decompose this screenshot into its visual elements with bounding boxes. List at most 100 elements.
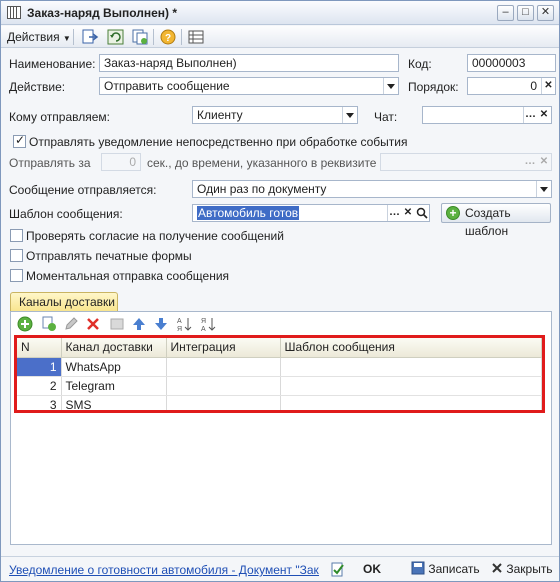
toolbar-divider (73, 29, 74, 45)
send-before-field[interactable]: 0 (101, 153, 141, 171)
chevron-down-icon[interactable] (536, 181, 551, 197)
order-stepper[interactable]: 0 ✕ (467, 77, 556, 95)
save-button[interactable]: Записать (411, 560, 480, 579)
close-label: Закрыть (506, 562, 553, 576)
action-label: Действие: (9, 80, 66, 94)
instant-send-checkbox-label: Моментальная отправка сообщения (26, 269, 230, 283)
send-mode-label: Сообщение отправляется: (9, 183, 157, 197)
print-forms-checkbox[interactable] (10, 249, 23, 262)
consent-checkbox-label: Проверять согласие на получение сообщени… (26, 229, 284, 243)
channel-cell[interactable]: Telegram (61, 376, 167, 396)
open-search-icon[interactable] (415, 205, 429, 221)
chat-label: Чат: (374, 110, 398, 124)
move-up-icon[interactable] (131, 316, 147, 332)
add-icon: + (446, 206, 460, 220)
action-select[interactable]: Отправить сообщение (99, 77, 399, 95)
post-document-icon[interactable] (331, 562, 345, 578)
minimize-button[interactable]: – (497, 5, 514, 21)
sort-ascending-icon[interactable]: A Я (177, 316, 193, 332)
recipient-select[interactable]: Клиенту (192, 106, 358, 124)
delete-icon[interactable] (85, 316, 101, 332)
column-header-n[interactable]: N (17, 338, 62, 358)
integration-cell[interactable] (166, 376, 281, 396)
form-icon (7, 6, 21, 19)
template-cell[interactable] (280, 376, 542, 396)
add-row-icon[interactable] (17, 316, 33, 332)
instant-send-checkbox[interactable] (10, 269, 23, 282)
close-button[interactable]: Закрыть (491, 560, 553, 579)
consent-checkbox[interactable] (10, 229, 23, 242)
channel-cell[interactable]: WhatsApp (61, 357, 167, 377)
requisite-field[interactable]: … ✕ (380, 153, 552, 171)
toolbar-divider (153, 29, 154, 45)
column-header-template[interactable]: Шаблон сообщения (280, 338, 542, 358)
clear-icon[interactable]: ✕ (537, 154, 551, 170)
maximize-button[interactable]: □ (517, 5, 534, 21)
svg-text:Я: Я (177, 326, 182, 332)
chevron-down-icon[interactable] (342, 107, 357, 123)
clear-icon[interactable]: ✕ (537, 107, 551, 123)
template-label: Шаблон сообщения: (9, 207, 123, 221)
print-forms-checkbox-label: Отправлять печатные формы (26, 249, 192, 263)
create-template-label: Создать шаблон (465, 206, 511, 238)
clear-icon[interactable]: ✕ (401, 205, 415, 221)
chevron-down-icon[interactable] (383, 78, 398, 94)
document-window: Заказ-наряд Выполнен) * – □ ✕ Действия ▼… (0, 0, 560, 582)
help-icon[interactable]: ? (159, 29, 177, 45)
table-row[interactable]: 1 WhatsApp (17, 357, 542, 377)
select-ellipsis-icon[interactable]: … (523, 154, 537, 170)
template-field[interactable]: Автомобиль готов … ✕ (192, 204, 430, 222)
send-mode-select[interactable]: Один раз по документу (192, 180, 552, 198)
notify-checkbox-label: Отправлять уведомление непосредственно п… (29, 135, 408, 149)
table-row[interactable]: 2 Telegram (17, 376, 542, 396)
ok-button[interactable]: OK (363, 560, 381, 579)
notify-checkbox[interactable] (13, 133, 26, 148)
select-ellipsis-icon[interactable]: … (523, 107, 537, 123)
row-number[interactable]: 2 (17, 376, 62, 396)
edit-pencil-icon[interactable] (63, 316, 79, 332)
name-field[interactable]: Заказ-наряд Выполнен) (99, 54, 399, 72)
recipient-label: Кому отправляем: (9, 110, 110, 124)
toolbar-divider (181, 29, 182, 45)
name-label: Наименование: (9, 57, 96, 71)
actions-menu[interactable]: Действия ▼ (7, 30, 71, 44)
row-number[interactable]: 3 (17, 395, 62, 410)
order-label: Порядок: (408, 80, 459, 94)
copy-document-icon[interactable] (131, 29, 149, 45)
select-ellipsis-icon[interactable]: … (387, 205, 401, 221)
save-label: Записать (428, 562, 480, 576)
move-down-icon[interactable] (153, 316, 169, 332)
template-cell[interactable] (280, 395, 542, 410)
end-edit-icon[interactable] (109, 316, 125, 332)
delivery-channels-table: N Канал доставки Интеграция Шаблон сообщ… (14, 335, 545, 413)
column-header-integration[interactable]: Интеграция (166, 338, 281, 358)
template-value: Автомобиль готов (197, 206, 300, 220)
template-cell[interactable] (280, 357, 542, 377)
clear-icon[interactable]: ✕ (541, 78, 555, 94)
table-row[interactable]: 3 SMS (17, 395, 542, 410)
chevron-down-icon: ▼ (62, 34, 71, 43)
document-link[interactable]: Уведомление о готовности автомобиля - До… (9, 563, 319, 577)
column-header-channel[interactable]: Канал доставки (61, 338, 167, 358)
integration-cell[interactable] (166, 357, 281, 377)
floppy-disk-icon (411, 561, 425, 575)
post-and-close-icon[interactable] (81, 29, 99, 45)
send-before-label: Отправлять за (9, 156, 91, 170)
code-field[interactable]: 00000003 (467, 54, 556, 72)
sort-descending-icon[interactable]: Я A (201, 316, 217, 332)
chat-field[interactable]: … ✕ (422, 106, 552, 124)
svg-text:Я: Я (201, 318, 206, 325)
send-mode-value: Один раз по документу (197, 182, 327, 196)
integration-cell[interactable] (166, 395, 281, 410)
list-settings-icon[interactable] (187, 29, 205, 45)
tab-delivery-channels[interactable]: Каналы доставки (10, 292, 118, 312)
send-before-suffix: сек., до времени, указанного в реквизите (147, 156, 377, 170)
refresh-icon[interactable] (107, 29, 125, 45)
create-template-button[interactable]: + Создать шаблон (441, 203, 551, 238)
channel-cell[interactable]: SMS (61, 395, 167, 410)
main-toolbar: Действия ▼ ? (1, 26, 559, 48)
close-window-button[interactable]: ✕ (537, 5, 554, 21)
copy-row-icon[interactable] (41, 316, 57, 332)
row-number[interactable]: 1 (17, 357, 62, 377)
window-title: Заказ-наряд Выполнен) * (27, 6, 178, 20)
